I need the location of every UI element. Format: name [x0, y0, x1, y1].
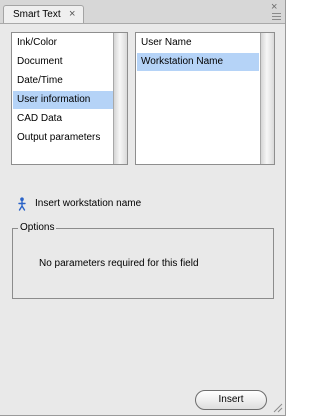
insert-button[interactable]: Insert [195, 390, 267, 410]
list-item-workstation-name[interactable]: Workstation Name [137, 53, 259, 71]
resize-grip-icon[interactable] [272, 402, 283, 413]
list-item-user-name[interactable]: User Name [137, 34, 259, 52]
panel-close-icon[interactable]: × [271, 1, 277, 13]
panel-menu-icon[interactable] [272, 13, 281, 21]
category-list-scrollbar[interactable] [113, 33, 127, 164]
list-item-output-parameters[interactable]: Output parameters [13, 129, 114, 147]
list-item-ink-color[interactable]: Ink/Color [13, 34, 114, 52]
field-list-scrollbar[interactable] [260, 33, 274, 164]
options-message: No parameters required for this field [39, 258, 199, 269]
options-title: Options [18, 222, 57, 233]
tab-smart-text[interactable]: Smart Text × [3, 5, 84, 23]
field-list[interactable]: User Name Workstation Name [135, 32, 275, 165]
options-group: Options No parameters required for this … [12, 222, 274, 299]
list-item-date-time[interactable]: Date/Time [13, 72, 114, 90]
insert-person-icon [18, 197, 26, 211]
smart-text-panel: Smart Text × × Ink/Color Document Date/T… [0, 0, 286, 416]
panel-tab-bar: Smart Text × × [0, 0, 285, 24]
category-list[interactable]: Ink/Color Document Date/Time User inform… [11, 32, 128, 165]
tab-close-icon[interactable]: × [69, 7, 75, 21]
tab-title: Smart Text [13, 9, 61, 20]
list-item-user-information[interactable]: User information [13, 91, 114, 109]
list-item-document[interactable]: Document [13, 53, 114, 71]
field-description-text: Insert workstation name [35, 198, 142, 209]
list-item-cad-data[interactable]: CAD Data [13, 110, 114, 128]
